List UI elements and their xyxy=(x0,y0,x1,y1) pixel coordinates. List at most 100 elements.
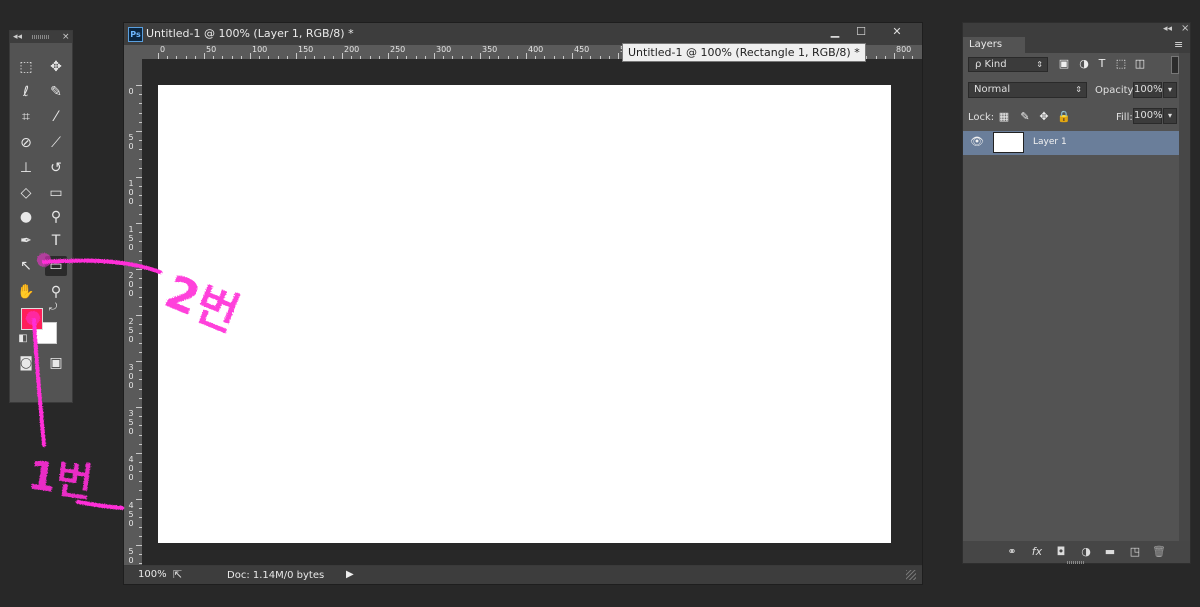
collapse-icon[interactable]: ◂◂ xyxy=(1163,24,1172,34)
default-colors-icon[interactable]: ◧ xyxy=(16,333,30,345)
ruler-label: 450 xyxy=(128,501,134,528)
ruler-label: 400 xyxy=(528,45,544,54)
marquee-tool-icon[interactable]: ⬚ xyxy=(15,57,37,77)
document-title: Untitled-1 @ 100% (Layer 1, RGB/8) * xyxy=(146,27,354,40)
resize-grip[interactable] xyxy=(906,570,916,580)
close-button[interactable]: ✕ xyxy=(882,23,912,41)
opacity-dropdown-button[interactable]: ▾ xyxy=(1163,82,1177,98)
eye-visibility-icon[interactable]: 👁 xyxy=(970,135,984,149)
fill-input[interactable]: 100% xyxy=(1133,108,1163,124)
rectangle-tool-icon[interactable]: ▭ xyxy=(45,256,67,276)
screen-mode-icon[interactable]: ▣ xyxy=(45,353,67,373)
tools-panel-header[interactable]: ◂◂ × xyxy=(10,31,72,43)
close-icon[interactable]: × xyxy=(62,31,70,43)
status-menu-arrow-icon[interactable]: ▶ xyxy=(346,569,354,580)
ruler-label: 0 xyxy=(128,87,134,96)
drag-grip[interactable] xyxy=(32,35,50,39)
zoom-level-field[interactable]: 100% xyxy=(138,569,167,580)
link-layers-icon[interactable]: ⚭ xyxy=(1005,545,1019,559)
fill-dropdown-button[interactable]: ▾ xyxy=(1163,108,1177,124)
pointer-line-one-tail xyxy=(76,500,124,510)
blur-tool-icon[interactable]: ● xyxy=(15,207,37,227)
filter-pixel-icon[interactable]: ▣ xyxy=(1058,58,1070,70)
lock-label: Lock: xyxy=(968,112,995,123)
path-selection-tool-icon[interactable]: ↖ xyxy=(15,256,37,276)
brush-tool-icon[interactable]: ⟋ xyxy=(45,133,67,153)
tools-panel: ◂◂ × ⬚ ✥ ℓ ✎ ⌗ ⁄ ⊘ ⟋ ⊥ ↺ ◇ ▭ ● ⚲ ✒ T ↖ ▭ ✋ ⚲ ◙ ▣ ⤾ ◧ xyxy=(9,30,73,403)
layers-panel: ◂◂ × Layers ≡ ρ Kind ⇕ ▣ ◑ T ⬚ ◫ Normal … xyxy=(962,22,1191,564)
gradient-tool-icon[interactable]: ▭ xyxy=(45,183,67,203)
swap-colors-icon[interactable]: ⤾ xyxy=(46,302,60,314)
panel-menu-icon[interactable]: ≡ xyxy=(1174,38,1183,51)
dodge-tool-icon[interactable]: ⚲ xyxy=(45,207,67,227)
ruler-label: 300 xyxy=(436,45,452,54)
ruler-label: 200 xyxy=(128,271,134,298)
filter-smart-object-icon[interactable]: ◫ xyxy=(1134,58,1146,70)
ruler-label: 350 xyxy=(128,409,134,436)
healing-brush-tool-icon[interactable]: ⊘ xyxy=(15,133,37,153)
layers-scrollbar[interactable] xyxy=(1179,53,1190,541)
collapse-icon[interactable]: ◂◂ xyxy=(13,31,22,43)
filter-adjustment-icon[interactable]: ◑ xyxy=(1078,58,1090,70)
pen-tool-icon[interactable]: ✒ xyxy=(15,231,37,251)
layers-footer: ⚭ fx ◘ ◑ ▬ ◳ 🗑 xyxy=(963,541,1190,563)
type-tool-icon[interactable]: T xyxy=(45,231,67,251)
filter-toggle[interactable] xyxy=(1171,56,1179,74)
close-icon[interactable]: × xyxy=(1181,23,1189,34)
tooltip: Untitled-1 @ 100% (Rectangle 1, RGB/8) * xyxy=(622,43,866,62)
blend-mode-value: Normal xyxy=(974,84,1011,95)
ruler-label: 100 xyxy=(128,179,134,206)
ruler-label: 50 xyxy=(206,45,217,54)
maximize-button[interactable]: ☐ xyxy=(846,23,876,41)
lock-position-icon[interactable]: ✥ xyxy=(1038,111,1050,123)
layer-row[interactable]: 👁 Layer 1 xyxy=(963,131,1179,155)
vertical-ruler[interactable]: 0 50 100 150 200 250 300 350 400 450 500 xyxy=(124,59,142,565)
delete-layer-icon[interactable]: 🗑 xyxy=(1152,545,1166,559)
ruler-label: 450 xyxy=(574,45,590,54)
quick-selection-tool-icon[interactable]: ✎ xyxy=(45,82,67,102)
ruler-origin[interactable] xyxy=(124,45,142,59)
opacity-input[interactable]: 100% xyxy=(1133,82,1163,98)
canvas[interactable] xyxy=(158,85,891,543)
lock-transparent-icon[interactable]: ▦ xyxy=(998,111,1010,123)
crop-tool-icon[interactable]: ⌗ xyxy=(15,107,37,127)
status-bar: 100% ⇱ Doc: 1.14M/0 bytes ▶ xyxy=(124,566,922,584)
eyedropper-tool-icon[interactable]: ⁄ xyxy=(45,107,67,127)
zoom-tool-icon[interactable]: ⚲ xyxy=(45,282,67,302)
tab-layers[interactable]: Layers xyxy=(963,37,1025,53)
blend-mode-select[interactable]: Normal ⇕ xyxy=(968,82,1087,98)
kind-filter-select[interactable]: ρ Kind ⇕ xyxy=(968,57,1048,72)
layer-name[interactable]: Layer 1 xyxy=(1033,137,1067,147)
document-title-bar[interactable]: Ps Untitled-1 @ 100% (Layer 1, RGB/8) * … xyxy=(124,23,922,45)
new-group-folder-icon[interactable]: ▬ xyxy=(1103,545,1117,559)
hand-tool-icon[interactable]: ✋ xyxy=(15,282,37,302)
eraser-tool-icon[interactable]: ◇ xyxy=(15,183,37,203)
document-info: Doc: 1.14M/0 bytes xyxy=(227,570,325,581)
lock-all-icon[interactable]: 🔒 xyxy=(1057,111,1071,123)
lasso-tool-icon[interactable]: ℓ xyxy=(15,82,37,102)
ruler-label: 400 xyxy=(128,455,134,482)
add-mask-icon[interactable]: ◘ xyxy=(1054,545,1068,559)
layer-style-icon[interactable]: fx xyxy=(1030,545,1044,559)
ruler-label: 50 xyxy=(128,133,134,151)
chevron-updown-icon: ⇕ xyxy=(1075,85,1082,94)
ruler-label: 300 xyxy=(128,363,134,390)
move-tool-icon[interactable]: ✥ xyxy=(45,57,67,77)
opacity-label: Opacity: xyxy=(1095,85,1137,96)
filter-type-icon[interactable]: T xyxy=(1096,58,1108,70)
clone-stamp-tool-icon[interactable]: ⊥ xyxy=(15,158,37,178)
filter-shape-icon[interactable]: ⬚ xyxy=(1115,58,1127,70)
layer-thumbnail[interactable] xyxy=(993,132,1024,153)
lock-image-icon[interactable]: ✎ xyxy=(1019,111,1031,123)
ruler-label: 200 xyxy=(344,45,360,54)
drag-grip[interactable] xyxy=(1067,561,1085,564)
layers-panel-top-strip[interactable]: ◂◂ × xyxy=(963,23,1190,37)
adjustment-layer-icon[interactable]: ◑ xyxy=(1079,545,1093,559)
share-icon[interactable]: ⇱ xyxy=(173,568,187,582)
history-brush-tool-icon[interactable]: ↺ xyxy=(45,158,67,178)
foreground-color-swatch[interactable] xyxy=(21,308,43,330)
new-layer-icon[interactable]: ◳ xyxy=(1128,545,1142,559)
annotation-label-one: 1번 xyxy=(25,452,95,507)
quick-mask-icon[interactable]: ◙ xyxy=(15,353,37,373)
chevron-updown-icon: ⇕ xyxy=(1036,60,1043,69)
